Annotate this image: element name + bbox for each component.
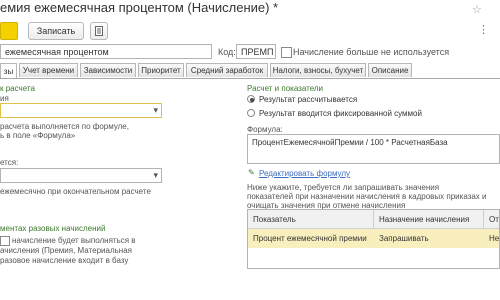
radio-calculated-label: Результат рассчитывается: [259, 95, 358, 104]
left-hint-3a: начисление будет выполняться в: [12, 236, 136, 245]
left-section-title: к расчета: [0, 84, 35, 93]
pencil-icon: ✎: [248, 168, 255, 177]
column-header-cancel[interactable]: От: [484, 210, 499, 229]
more-icon[interactable]: ⋮: [478, 23, 489, 36]
table-cell: Не: [484, 229, 499, 248]
left-subtitle: ия: [0, 94, 9, 103]
column-header-assignment[interactable]: Назначение начисления: [374, 210, 484, 229]
left-hint-1b: ь в поле «Формула»: [0, 131, 76, 140]
tab-description[interactable]: Описание: [368, 63, 412, 77]
tab-basics[interactable]: зы: [0, 63, 17, 78]
formula-label: Формула:: [247, 125, 283, 134]
save-and-close-button[interactable]: [0, 22, 18, 40]
radio-calculated[interactable]: [247, 95, 255, 103]
record-button[interactable]: Записать: [28, 22, 84, 40]
radio-fixed-sum-label: Результат вводится фиксированной суммой: [259, 109, 422, 118]
left-hint-2: ежемесячно при окончательном расчете: [0, 187, 151, 196]
unused-checkbox[interactable]: [281, 47, 292, 58]
chevron-down-icon: ▾: [153, 170, 158, 180]
tab-taxes[interactable]: Налоги, взносы, бухучет: [270, 63, 366, 77]
tab-priority[interactable]: Приоритет: [138, 63, 184, 77]
star-icon[interactable]: ☆: [472, 3, 482, 16]
column-header-indicator[interactable]: Показатель: [248, 210, 374, 229]
right-section-title: Расчет и показатели: [247, 84, 324, 93]
window-title: емия ежемесячная процентом (Начисление) …: [0, 0, 279, 15]
formula-field[interactable]: ПроцентЕжемесячнойПремии / 100 * Расчетн…: [247, 134, 500, 164]
document-icon[interactable]: [90, 22, 108, 40]
tab-average-earnings[interactable]: Средний заработок: [186, 63, 268, 77]
tab-dependencies[interactable]: Зависимости: [80, 63, 136, 77]
tab-time-accounting[interactable]: Учет времени: [19, 63, 78, 77]
name-field[interactable]: ежемесячная процентом: [0, 44, 212, 59]
frequency-select[interactable]: ▾: [0, 168, 162, 183]
calculation-method-select[interactable]: ▾: [0, 103, 162, 118]
code-field[interactable]: ПРЕМП: [236, 44, 276, 59]
tab-bar: зы Учет времени Зависимости Приоритет Ср…: [0, 63, 500, 79]
radio-fixed-sum[interactable]: [247, 109, 255, 117]
one-time-checkbox[interactable]: [0, 236, 10, 246]
left-hint-3b: ачисления (Премия, Материальная: [0, 246, 132, 255]
left-section-3-title: ментах разовых начислений: [0, 224, 106, 233]
left-hint-3c: разовое начисление входит в базу: [0, 256, 129, 265]
left-label-2: ется:: [0, 158, 19, 167]
unused-label: Начисление больше не используется: [293, 47, 450, 57]
left-hint-1a: расчета выполняется по формуле,: [0, 122, 129, 131]
code-label: Код:: [218, 47, 236, 57]
chevron-down-icon: ▾: [153, 105, 158, 115]
table-cell: Процент ежемесячной премии: [248, 229, 374, 248]
note-line-1: Ниже укажите, требуется ли запрашивать з…: [247, 183, 440, 192]
edit-formula-link[interactable]: Редактировать формулу: [259, 169, 350, 178]
note-line-2: показателей при назначении начисления в …: [247, 192, 487, 201]
indicators-table: Показатель Назначение начисления От Проц…: [247, 209, 500, 269]
table-cell: Запрашивать: [374, 229, 484, 248]
